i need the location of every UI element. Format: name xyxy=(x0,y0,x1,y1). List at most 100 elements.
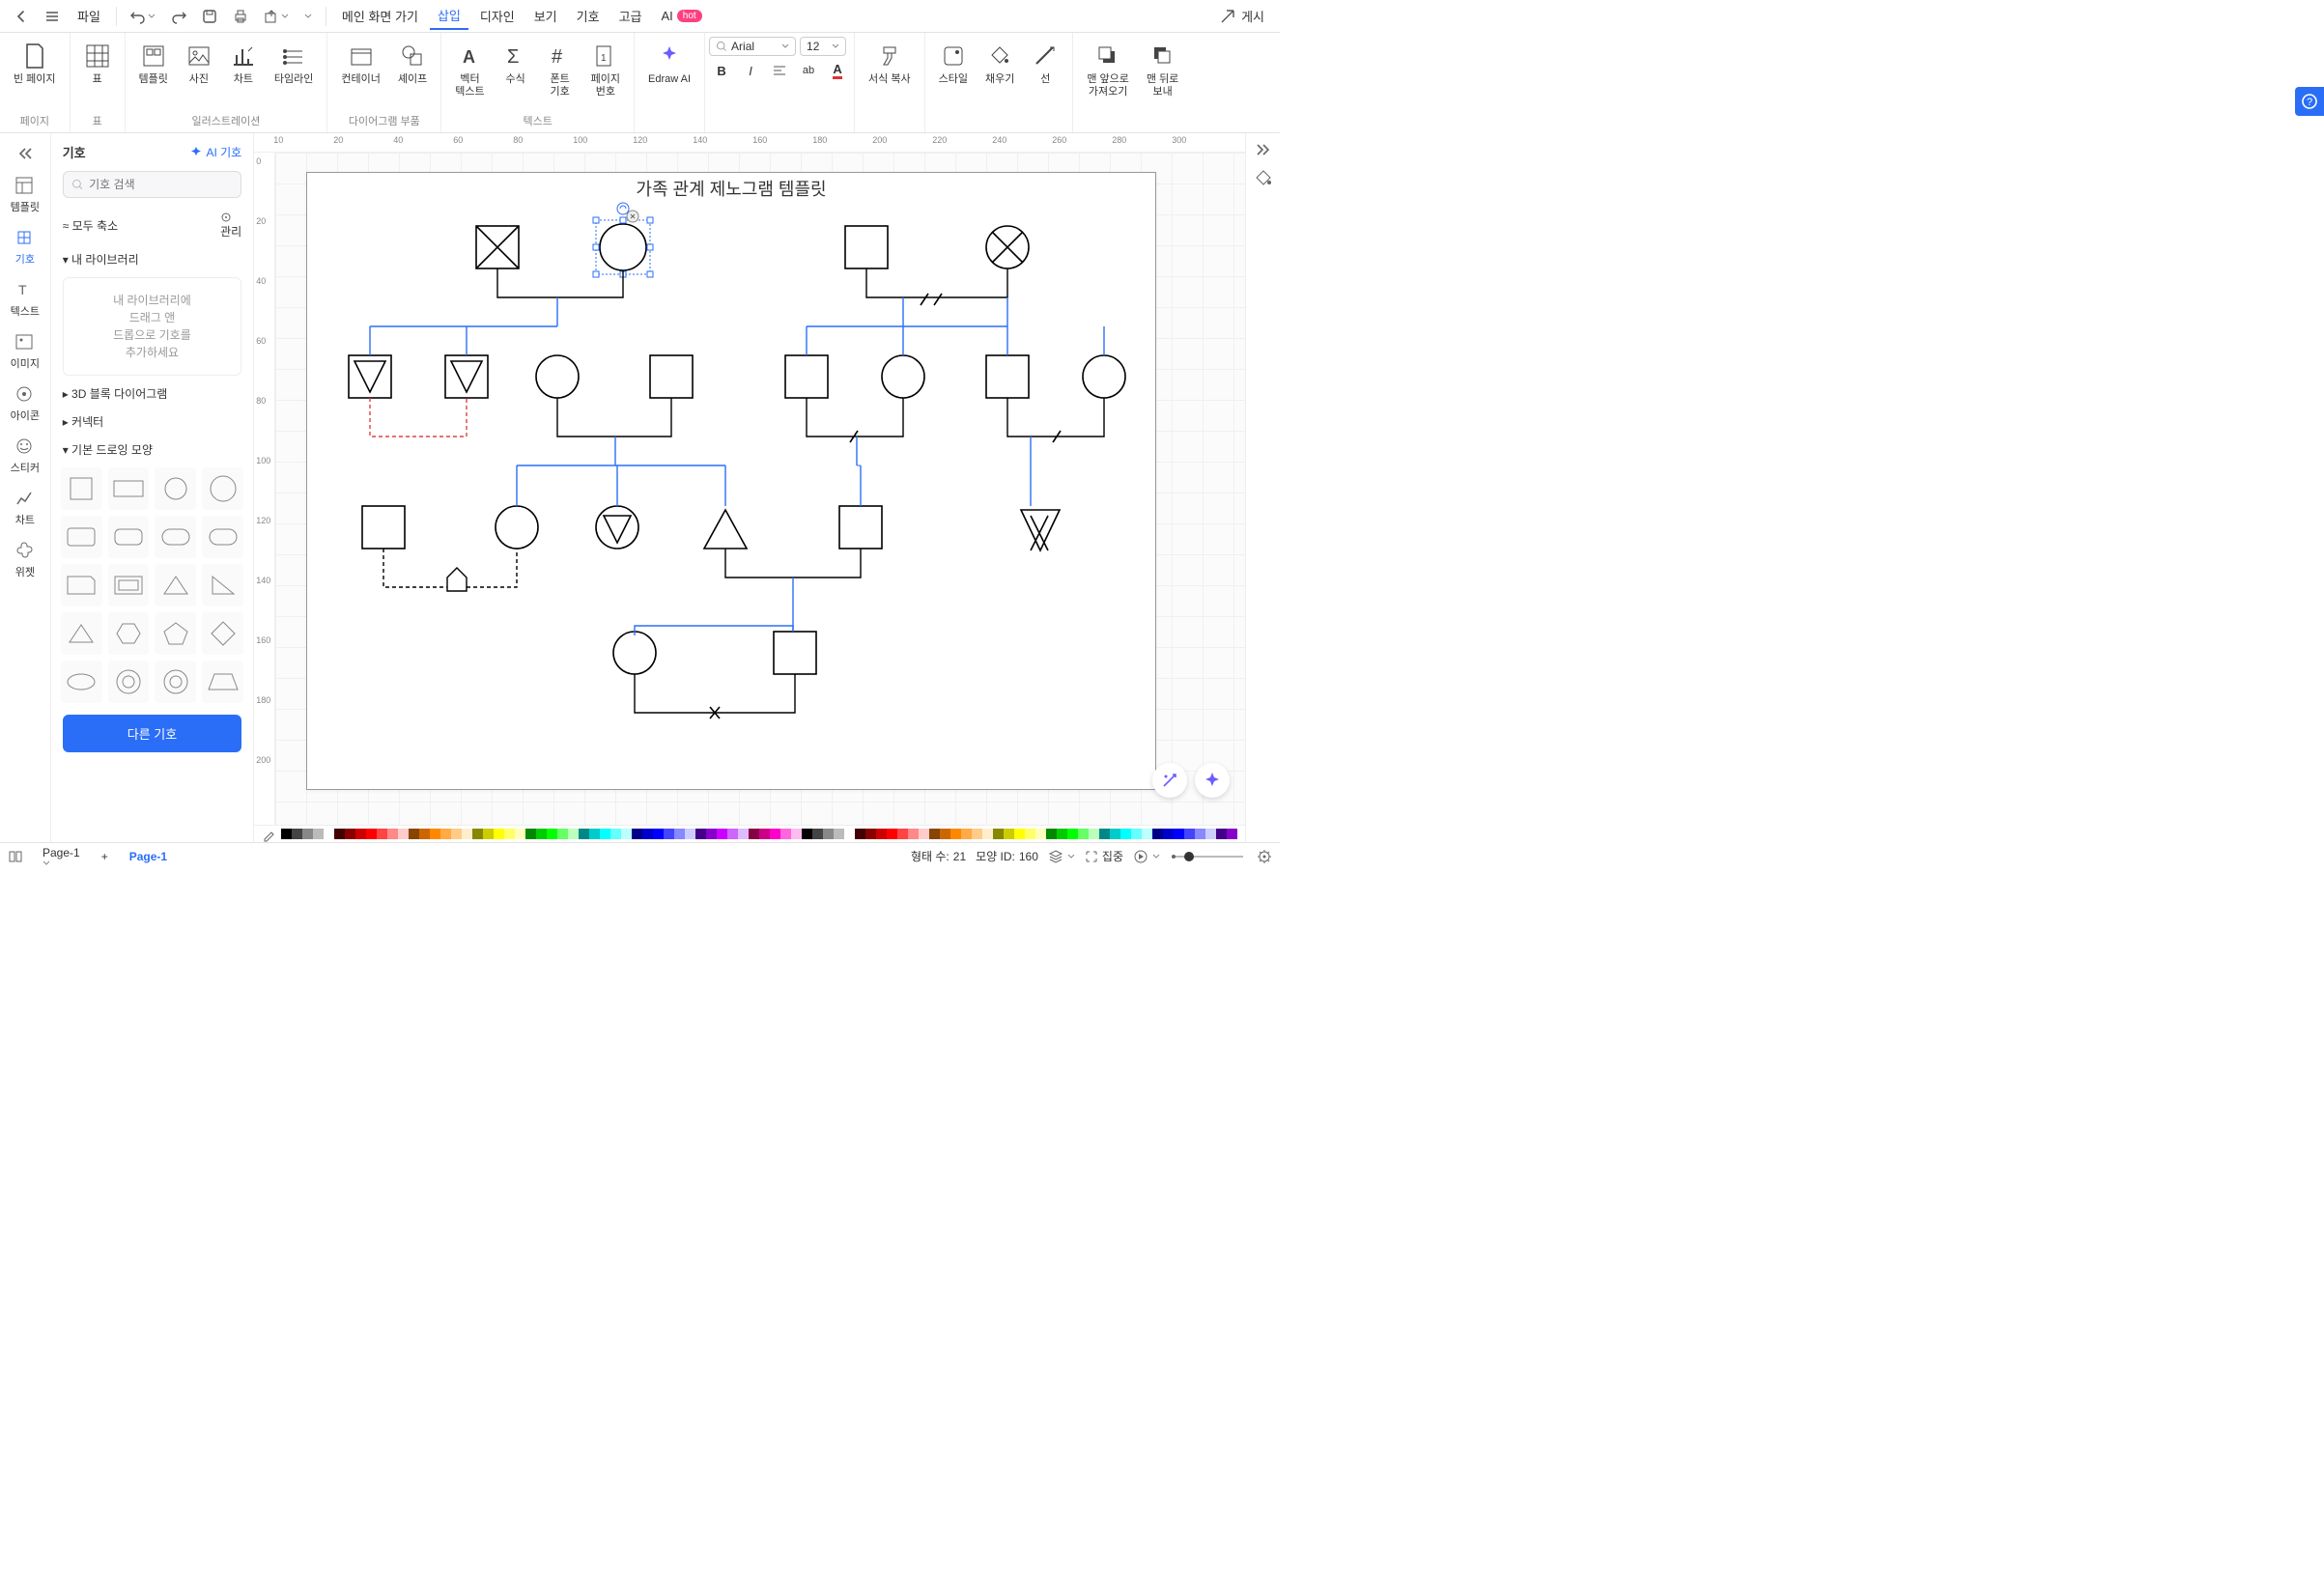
color-swatch[interactable] xyxy=(600,829,610,839)
color-swatch[interactable] xyxy=(642,829,653,839)
color-swatch[interactable] xyxy=(1067,829,1078,839)
color-swatch[interactable] xyxy=(366,829,377,839)
template-button[interactable]: 템플릿 xyxy=(131,37,176,86)
shape-right-triangle[interactable] xyxy=(202,564,243,606)
color-swatch[interactable] xyxy=(727,829,738,839)
vector-text-button[interactable]: A벡터 텍스트 xyxy=(447,37,492,99)
sidebar-icon[interactable]: 아이콘 xyxy=(0,379,50,429)
sidebar-sticker[interactable]: 스티커 xyxy=(0,431,50,481)
expand-right-icon[interactable] xyxy=(1255,141,1272,158)
italic-button[interactable]: I xyxy=(738,60,763,81)
shape-circle[interactable] xyxy=(155,467,196,510)
color-swatch[interactable] xyxy=(770,829,780,839)
color-swatch[interactable] xyxy=(281,829,292,839)
color-swatch[interactable] xyxy=(1174,829,1184,839)
color-swatch[interactable] xyxy=(717,829,727,839)
help-button[interactable]: ? xyxy=(2295,87,2324,116)
settings-icon[interactable] xyxy=(1257,849,1272,864)
color-swatch[interactable] xyxy=(961,829,972,839)
shape-ellipse-big[interactable] xyxy=(202,467,243,510)
bold-button[interactable]: B xyxy=(709,60,734,81)
color-swatch[interactable] xyxy=(1142,829,1152,839)
color-swatch[interactable] xyxy=(610,829,621,839)
color-swatch[interactable] xyxy=(653,829,664,839)
sidebar-widget[interactable]: 위젯 xyxy=(0,535,50,585)
menu-file[interactable]: 파일 xyxy=(70,3,108,29)
color-swatch[interactable] xyxy=(440,829,451,839)
chart-button[interactable]: 차트 xyxy=(222,37,265,86)
color-swatch[interactable] xyxy=(1227,829,1237,839)
menu-symbol[interactable]: 기호 xyxy=(569,3,608,29)
color-swatch[interactable] xyxy=(780,829,791,839)
send-back-button[interactable]: 맨 뒤로 보내 xyxy=(1139,37,1186,99)
style-button[interactable]: 스타일 xyxy=(931,37,976,86)
shape-roundrect1[interactable] xyxy=(61,516,102,558)
color-swatch[interactable] xyxy=(674,829,685,839)
color-swatch[interactable] xyxy=(1014,829,1025,839)
color-swatch[interactable] xyxy=(834,829,844,839)
section-3d-block[interactable]: ▸ 3D 블록 다이어그램 xyxy=(51,380,254,408)
shape-tri2[interactable] xyxy=(61,612,102,655)
color-swatch[interactable] xyxy=(1004,829,1014,839)
color-swatch[interactable] xyxy=(292,829,302,839)
color-swatch[interactable] xyxy=(1035,829,1046,839)
shape-trapezoid[interactable] xyxy=(202,661,243,703)
color-swatch[interactable] xyxy=(972,829,982,839)
genogram-shape[interactable] xyxy=(986,355,1029,398)
shape-triangle[interactable] xyxy=(155,564,196,606)
redo-button[interactable] xyxy=(165,5,192,28)
section-my-library[interactable]: ▾ 내 라이브러리 xyxy=(51,245,254,273)
color-swatch[interactable] xyxy=(632,829,642,839)
collapse-all-button[interactable]: ≈ 모두 축소 xyxy=(63,217,118,234)
menu-design[interactable]: 디자인 xyxy=(472,3,523,29)
sidebar-symbol[interactable]: 기호 xyxy=(0,222,50,272)
color-swatch[interactable] xyxy=(1025,829,1035,839)
genogram-shape[interactable] xyxy=(986,226,1029,268)
color-swatch[interactable] xyxy=(855,829,865,839)
menu-view[interactable]: 보기 xyxy=(526,3,565,29)
color-swatch[interactable] xyxy=(1184,829,1195,839)
color-swatch[interactable] xyxy=(377,829,387,839)
add-page-button[interactable]: + xyxy=(96,850,114,863)
ai-sparkle-button[interactable] xyxy=(1195,763,1230,798)
color-swatch[interactable] xyxy=(706,829,717,839)
hamburger-icon[interactable] xyxy=(39,5,66,28)
genogram-shape[interactable] xyxy=(349,355,391,398)
color-swatch[interactable] xyxy=(515,829,525,839)
table-button[interactable]: 표 xyxy=(76,37,119,86)
menu-advanced[interactable]: 고급 xyxy=(611,3,650,29)
color-swatch[interactable] xyxy=(897,829,908,839)
genogram-shape[interactable] xyxy=(445,355,488,398)
color-swatch[interactable] xyxy=(1089,829,1099,839)
canvas[interactable]: 가족 관계 제노그램 템플릿 xyxy=(275,153,1245,825)
page-number-button[interactable]: 1페이지 번호 xyxy=(583,37,628,99)
shape-hexagon[interactable] xyxy=(108,612,150,655)
color-swatch[interactable] xyxy=(472,829,483,839)
color-swatch[interactable] xyxy=(547,829,557,839)
color-swatch[interactable] xyxy=(536,829,547,839)
color-swatch[interactable] xyxy=(589,829,600,839)
color-swatch[interactable] xyxy=(749,829,759,839)
menu-home[interactable]: 메인 화면 가기 xyxy=(334,3,426,29)
color-swatch[interactable] xyxy=(387,829,398,839)
genogram-shape[interactable] xyxy=(882,355,924,398)
color-swatch[interactable] xyxy=(355,829,366,839)
color-swatch[interactable] xyxy=(557,829,568,839)
color-swatch[interactable] xyxy=(876,829,887,839)
share-button[interactable] xyxy=(258,5,295,28)
color-swatch[interactable] xyxy=(462,829,472,839)
genogram-shape[interactable] xyxy=(845,226,888,268)
container-button[interactable]: 컨테이너 xyxy=(333,37,387,86)
genogram-shape[interactable] xyxy=(785,355,828,398)
font-name-select[interactable]: Arial xyxy=(709,37,796,56)
color-swatch[interactable] xyxy=(802,829,812,839)
genogram-shape[interactable] xyxy=(476,226,519,268)
color-swatch[interactable] xyxy=(1110,829,1120,839)
color-swatch[interactable] xyxy=(568,829,579,839)
color-swatch[interactable] xyxy=(950,829,961,839)
genogram-shape[interactable] xyxy=(447,568,467,591)
timeline-button[interactable]: 타임라인 xyxy=(267,37,321,86)
genogram-shape[interactable] xyxy=(596,506,638,549)
symbol-search-input[interactable] xyxy=(89,178,233,191)
sidebar-template[interactable]: 템플릿 xyxy=(0,170,50,220)
